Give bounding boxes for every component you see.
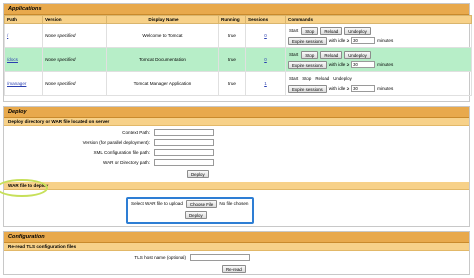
xml-config-row: XML Configuration file path: — [4, 148, 214, 157]
war-path-input[interactable] — [154, 159, 214, 166]
table-header-row: Path Version Display Name Running Sessio… — [4, 15, 472, 24]
column-header-display-name: Display Name — [106, 15, 219, 24]
deploy-title: Deploy — [4, 107, 469, 118]
app-sessions-link[interactable]: 0 — [264, 57, 267, 62]
app-path-link[interactable]: /manager — [7, 81, 26, 86]
deploy-button[interactable]: Deploy — [187, 169, 209, 178]
war-path-label: WAR or Directory path: — [102, 160, 150, 165]
column-header-running: Running — [218, 15, 246, 24]
configuration-title: Configuration — [4, 232, 469, 243]
app-display-name: Tomcat Manager Application — [106, 71, 219, 96]
app-version: None specified — [42, 71, 107, 96]
expire-sessions-button[interactable]: Expire sessions — [288, 36, 327, 45]
start-button[interactable]: Start — [288, 52, 299, 57]
xml-config-input[interactable] — [154, 149, 214, 156]
app-path-link[interactable]: /docs — [7, 57, 18, 62]
minutes-label: minutes — [377, 86, 394, 91]
context-path-input[interactable] — [154, 129, 214, 136]
app-running: true — [218, 47, 246, 72]
tls-host-label: TLS host name (optional) — [134, 255, 186, 260]
xml-config-label: XML Configuration file path: — [93, 150, 150, 155]
stop-link: Stop — [302, 76, 312, 81]
expire-sessions-button[interactable]: Expire sessions — [288, 84, 327, 93]
deploy-panel: Deploy Deploy directory or WAR file loca… — [0, 106, 470, 227]
reread-button[interactable]: Re-read — [222, 264, 246, 273]
app-sessions-link[interactable]: 1 — [264, 81, 267, 86]
idle-minutes-input[interactable]: 30 — [351, 37, 376, 44]
table-row: /manager None specified Tomcat Manager A… — [4, 71, 472, 96]
configuration-panel: Configuration Re-read TLS configuration … — [3, 231, 470, 275]
app-display-name: Welcome to Tomcat — [106, 23, 219, 48]
reload-button[interactable]: Reload — [320, 50, 343, 59]
applications-table: Path Version Display Name Running Sessio… — [4, 15, 472, 96]
deploy-button-row: Deploy — [187, 169, 209, 178]
reload-button[interactable]: Reload — [320, 26, 343, 35]
column-header-commands: Commands — [285, 15, 472, 24]
app-path-link[interactable]: / — [7, 33, 8, 38]
app-commands: Start Stop Reload Undeploy Expire sessio… — [285, 47, 472, 72]
minutes-label: minutes — [377, 38, 394, 43]
tls-subtitle: Re-read TLS configuration files — [4, 243, 469, 251]
app-version: None specified — [42, 47, 107, 72]
app-commands: Start Stop Reload Undeploy Expire sessio… — [285, 71, 472, 96]
stop-button[interactable]: Stop — [301, 50, 319, 59]
undeploy-button[interactable]: Undeploy — [344, 26, 371, 35]
version-label: Version (for parallel deployment): — [82, 140, 150, 145]
idle-label: with idle ≥ — [328, 38, 350, 43]
version-input[interactable] — [154, 139, 214, 146]
reread-row: Re-read — [222, 264, 246, 273]
highlight-oval — [0, 179, 48, 197]
start-link: Start — [289, 76, 299, 81]
war-upload-subtitle: WAR file to deploy — [4, 182, 469, 190]
idle-label: with idle ≥ — [328, 86, 350, 91]
tls-host-input[interactable] — [190, 254, 250, 261]
app-version: None specified — [42, 23, 107, 48]
deploy-server-subtitle: Deploy directory or WAR file located on … — [4, 118, 469, 126]
context-path-row: Context Path: — [4, 128, 214, 137]
version-row: Version (for parallel deployment): — [4, 138, 214, 147]
app-display-name: Tomcat Documentation — [106, 47, 219, 72]
upload-deploy-button[interactable]: Deploy — [185, 210, 207, 219]
stop-button[interactable]: Stop — [301, 26, 319, 35]
idle-minutes-input[interactable]: 30 — [351, 61, 376, 68]
start-button[interactable]: Start — [288, 28, 299, 33]
applications-panel: Applications Path Version Display Name R… — [3, 3, 472, 102]
undeploy-button[interactable]: Undeploy — [344, 50, 371, 59]
app-commands: Start Stop Reload Undeploy Expire sessio… — [285, 23, 472, 48]
war-path-row: WAR or Directory path: — [4, 158, 214, 167]
no-file-text: No file chosen — [219, 201, 249, 206]
idle-minutes-input[interactable]: 30 — [351, 85, 376, 92]
upload-deploy-row: Deploy — [185, 210, 207, 219]
reload-link: Reload — [315, 76, 330, 81]
app-running: true — [218, 71, 246, 96]
upload-label: Select WAR file to upload — [131, 201, 183, 206]
undeploy-link: Undeploy — [333, 76, 352, 81]
table-row: /docs None specified Tomcat Documentatio… — [4, 47, 472, 72]
column-header-sessions: Sessions — [245, 15, 286, 24]
expire-sessions-button[interactable]: Expire sessions — [288, 60, 327, 69]
applications-title: Applications — [4, 4, 469, 15]
idle-label: with idle ≥ — [328, 62, 350, 67]
tls-row: TLS host name (optional) — [4, 253, 250, 262]
app-running: true — [218, 23, 246, 48]
context-path-label: Context Path: — [122, 130, 150, 135]
column-header-version: Version — [42, 15, 107, 24]
app-sessions-link[interactable]: 0 — [264, 33, 267, 38]
minutes-label: minutes — [377, 62, 394, 67]
upload-row: Select WAR file to upload Choose File No… — [131, 199, 248, 208]
table-row: / None specified Welcome to Tomcat true … — [4, 23, 472, 48]
column-header-path: Path — [4, 15, 43, 24]
choose-file-button[interactable]: Choose File — [185, 199, 218, 208]
